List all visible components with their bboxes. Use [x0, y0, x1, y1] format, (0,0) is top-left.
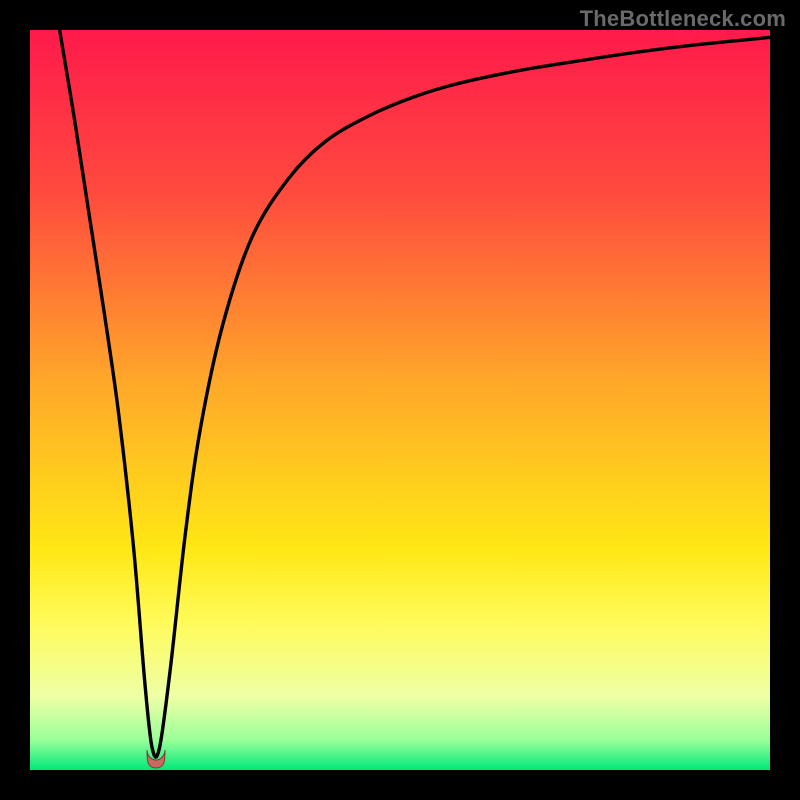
watermark-text: TheBottleneck.com — [580, 6, 786, 32]
curve-layer — [30, 30, 770, 770]
bottleneck-curve-path — [60, 30, 770, 757]
chart-frame: TheBottleneck.com — [0, 0, 800, 800]
plot-area — [30, 30, 770, 770]
